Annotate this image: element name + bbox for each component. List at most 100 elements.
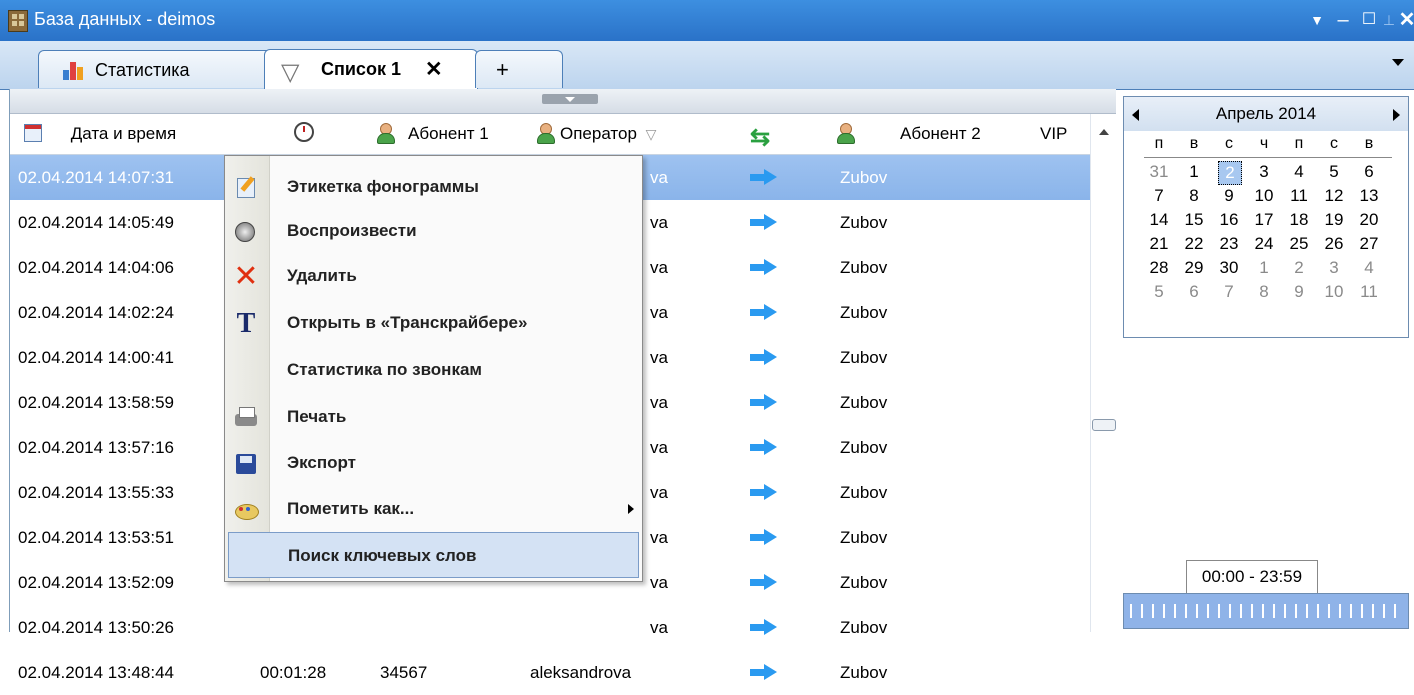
calendar-day[interactable]: 6 [1179,281,1209,303]
calendar-day[interactable]: 20 [1354,209,1384,231]
calendar-day[interactable]: 27 [1354,233,1384,255]
export-disk-icon [233,452,259,476]
calendar-day[interactable]: 1 [1249,257,1279,279]
menu-item-export[interactable]: Экспорт [225,440,642,486]
calendar-day[interactable]: 4 [1284,161,1314,183]
calendar-day[interactable]: 21 [1144,233,1174,255]
calendar-day[interactable]: 7 [1144,185,1174,207]
column-header-direction[interactable] [750,114,790,158]
calendar-day[interactable]: 17 [1249,209,1279,231]
weekday-label: с [1330,135,1338,152]
calendar-day[interactable]: 6 [1354,161,1384,183]
minimize-icon[interactable]: – [1330,6,1356,34]
calendar-day[interactable]: 10 [1249,185,1279,207]
column-header-vip[interactable]: VIP [1040,114,1080,154]
calendar-day[interactable]: 5 [1144,281,1174,303]
calendar-day[interactable]: 2 [1218,161,1242,185]
grid-vertical-scrollbar[interactable] [1090,114,1117,632]
window-title: База данных - deimos [34,9,216,29]
outgoing-arrow-icon [750,664,778,680]
calendar-day[interactable]: 31 [1144,161,1174,183]
dropdown-icon[interactable]: ▼ [1304,6,1330,34]
calendar-day[interactable]: 3 [1319,257,1349,279]
calendar-day[interactable]: 1 [1179,161,1209,183]
calendar-day[interactable]: 16 [1214,209,1244,231]
calendar-divider [1144,157,1392,158]
calendar-day[interactable]: 11 [1284,185,1314,207]
calendar-day[interactable]: 11 [1354,281,1384,303]
close-icon[interactable]: ✕ [1394,6,1414,34]
calendar-day[interactable]: 25 [1284,233,1314,255]
menu-item-delete[interactable]: ✕ Удалить [225,253,642,299]
weekday-label: в [1364,135,1374,152]
calendar-day[interactable]: 4 [1354,257,1384,279]
calendar-day[interactable]: 28 [1144,257,1174,279]
menu-item-call-statistics[interactable]: Статистика по звонкам [225,347,642,393]
person-icon [836,123,855,144]
table-row[interactable]: 02.04.2014 13:48:44 00:01:28 34567 aleks… [10,650,1090,695]
previous-month-icon[interactable] [1132,109,1139,121]
filter-funnel-icon: ▽ [281,59,300,86]
calendar-day[interactable]: 9 [1284,281,1314,303]
tab-strip: Статистика ▽ Список 1 ✕ + [0,41,1414,90]
calendar-day[interactable]: 5 [1319,161,1349,183]
column-header-operator[interactable]: Оператор ▽ [536,114,702,154]
scroll-thumb[interactable] [1092,419,1116,431]
menu-item-label-edit[interactable]: Этикетка фонограммы [225,164,642,210]
calendar-day[interactable]: 24 [1249,233,1279,255]
add-tab-icon: + [496,57,509,82]
filter-icon[interactable]: ▽ [646,126,657,142]
menu-item-play[interactable]: Воспроизвести [225,208,642,254]
calendar-day[interactable]: 2 [1284,257,1314,279]
outgoing-arrow-icon [750,214,778,230]
calendar-day[interactable]: 3 [1249,161,1279,183]
column-header-subscriber2[interactable]: Абонент 2 [836,114,1036,154]
column-header-duration[interactable] [294,114,324,154]
clock-icon [294,122,314,142]
filter-panel-splitter[interactable] [10,89,1116,114]
calendar-day[interactable]: 7 [1214,281,1244,303]
calendar-day[interactable]: 12 [1319,185,1349,207]
month-calendar: Апрель 2014 п в с ч п с в 31 1 2 3 4 5 6 7 8 9 10 1… [1123,96,1409,338]
tab-label: Список 1 [321,59,401,79]
calendar-day[interactable]: 23 [1214,233,1244,255]
calendar-day[interactable]: 19 [1319,209,1349,231]
expand-grip-icon[interactable] [542,94,598,104]
outgoing-arrow-icon [750,619,778,635]
column-header-subscriber1[interactable]: Абонент 1 [376,114,536,154]
outgoing-arrow-icon [750,304,778,320]
delete-x-icon: ✕ [233,260,259,293]
outgoing-arrow-icon [750,574,778,590]
calendar-day[interactable]: 14 [1144,209,1174,231]
tabs-overflow-icon[interactable] [1392,59,1404,66]
calendar-day[interactable]: 18 [1284,209,1314,231]
calendar-day[interactable]: 8 [1249,281,1279,303]
tab-close-icon[interactable]: ✕ [425,57,443,82]
calendar-day[interactable]: 9 [1214,185,1244,207]
calendar-day[interactable]: 26 [1319,233,1349,255]
menu-item-mark-as[interactable]: Пометить как... [225,486,642,532]
tab-statistics[interactable]: Статистика [38,50,274,88]
calendar-day[interactable]: 22 [1179,233,1209,255]
time-range-slider[interactable] [1123,593,1409,629]
time-range-field[interactable]: 00:00 - 23:59 [1186,560,1318,594]
title-bar: База данных - deimos ▼ – ☐ ⊥ ✕ [0,0,1414,41]
tab-list-1[interactable]: ▽ Список 1 ✕ [264,49,478,89]
tab-add[interactable]: + [475,50,563,88]
calendar-day[interactable]: 10 [1319,281,1349,303]
next-month-icon[interactable] [1393,109,1400,121]
menu-item-print[interactable]: Печать [225,394,642,440]
scroll-up-icon[interactable] [1099,129,1109,135]
calendar-day[interactable]: 8 [1179,185,1209,207]
calendar-day[interactable]: 30 [1214,257,1244,279]
calendar-header: Апрель 2014 [1124,97,1408,131]
calendar-day[interactable]: 29 [1179,257,1209,279]
direction-swap-icon [750,118,776,158]
menu-item-keyword-search[interactable]: Поиск ключевых слов [228,532,639,578]
palette-icon [233,498,259,522]
column-header-datetime[interactable]: Дата и время [24,114,254,154]
menu-item-open-transcriber[interactable]: T Открыть в «Транскрайбере» [225,300,642,346]
calendar-day[interactable]: 15 [1179,209,1209,231]
calendar-day[interactable]: 13 [1354,185,1384,207]
table-row[interactable]: 02.04.2014 13:50:26 va Zubov [10,605,1090,650]
